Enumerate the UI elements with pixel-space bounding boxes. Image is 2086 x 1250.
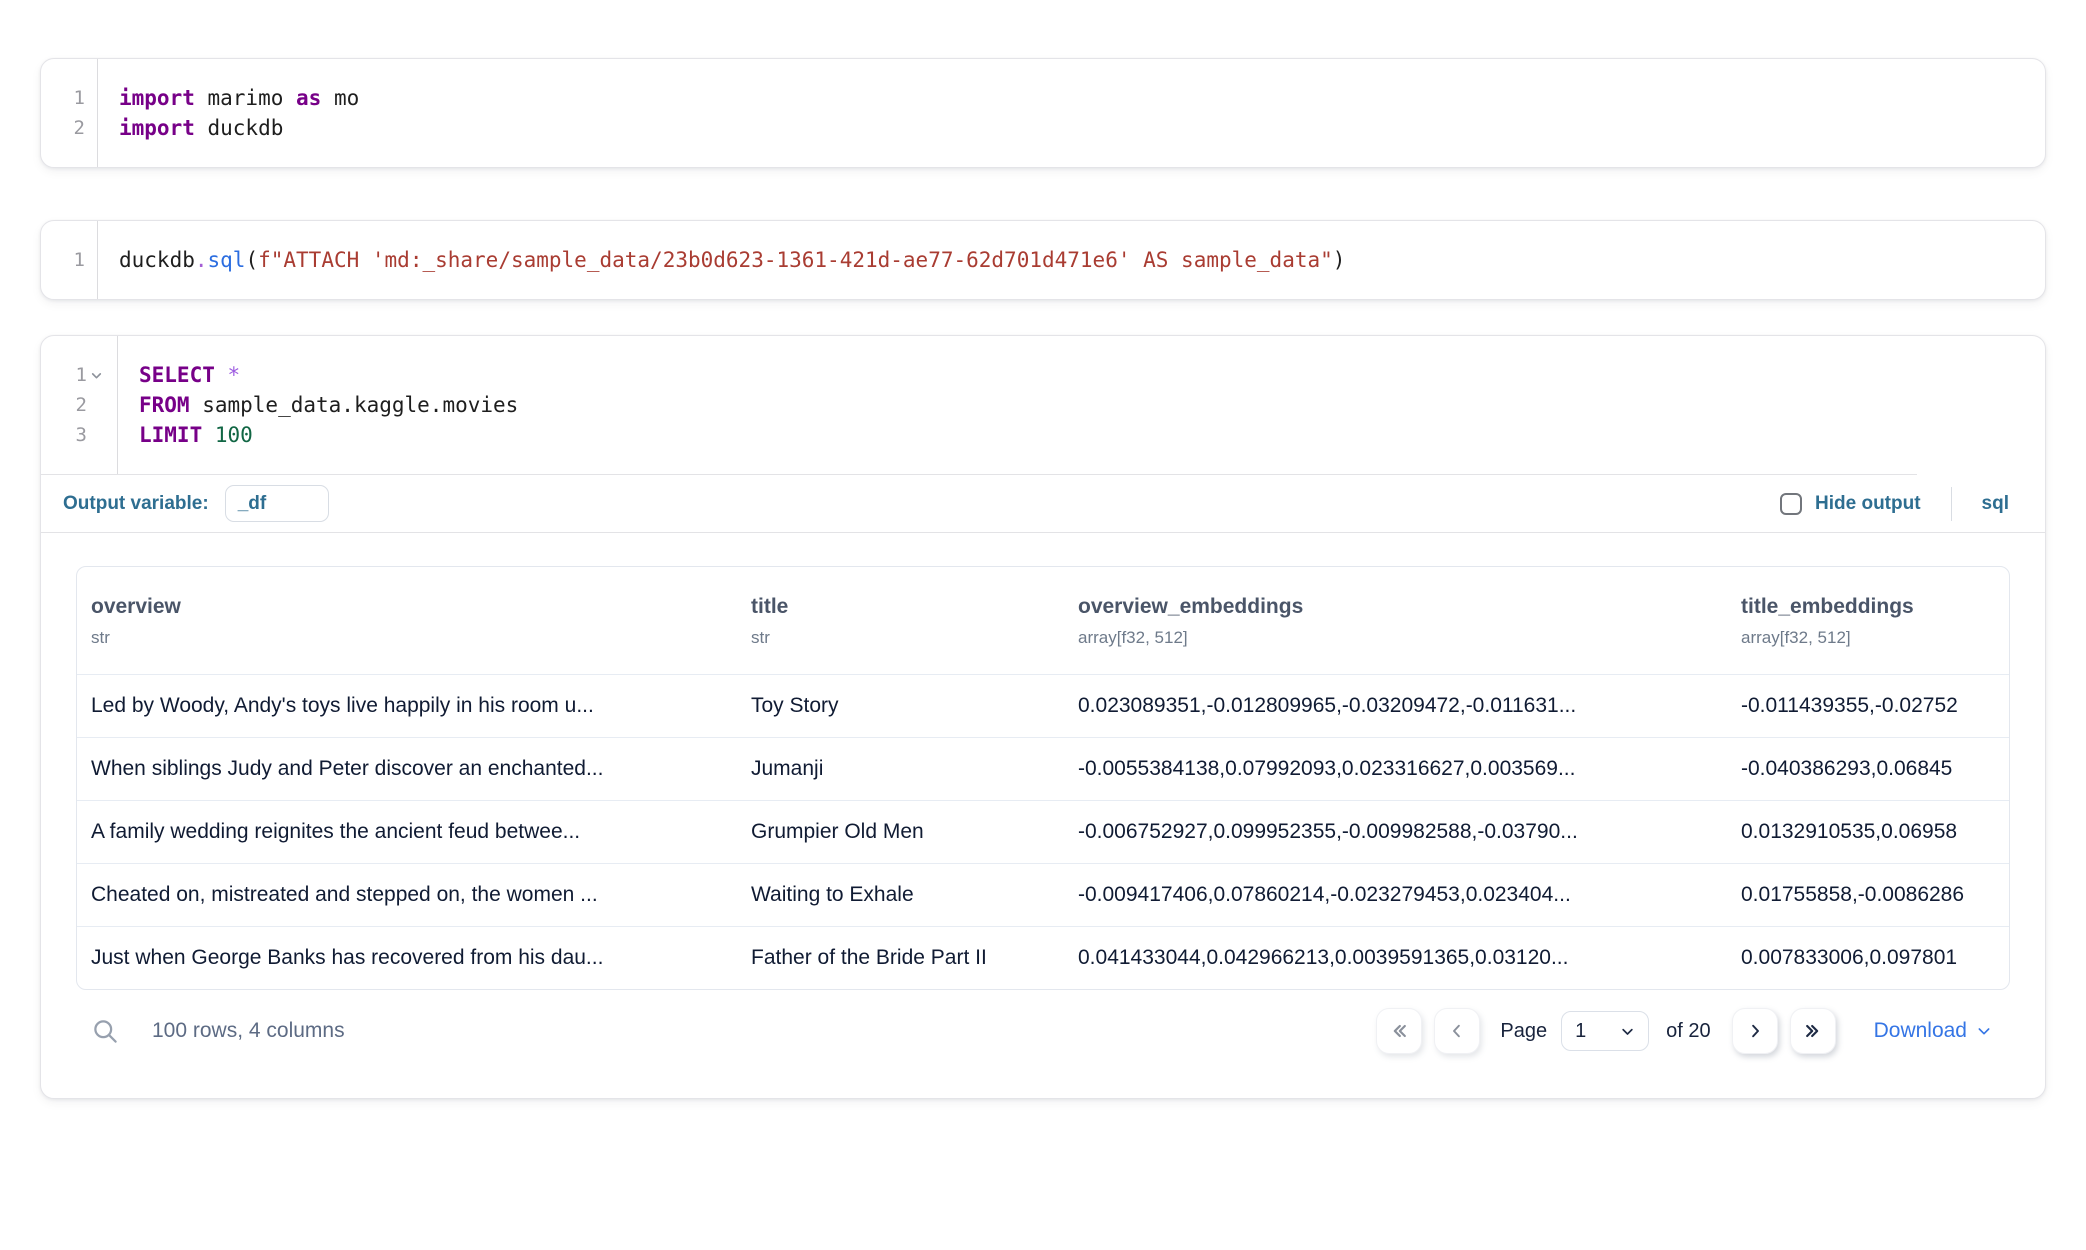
line-number: 2 — [74, 113, 85, 143]
code-line: 1 import marimo as mo — [41, 83, 2045, 113]
table-cell: 0.041433044,0.042966213,0.0039591365,0.0… — [1064, 927, 1727, 989]
page-select-value: 1 — [1575, 1020, 1586, 1043]
table-cell: 0.023089351,-0.012809965,-0.03209472,-0.… — [1064, 675, 1727, 737]
prev-page-button[interactable] — [1434, 1008, 1480, 1054]
table-cell: Grumpier Old Men — [737, 801, 1064, 863]
code-editor-imports[interactable]: 1 import marimo as mo 2 import duckdb — [41, 59, 2045, 167]
table-cell: A family wedding reignites the ancient f… — [77, 801, 737, 863]
sql-cell-footer: Output variable: _df Hide output sql — [41, 475, 2045, 533]
line-number-gutter: 1 — [41, 83, 97, 113]
page-select[interactable]: 1 — [1561, 1011, 1649, 1051]
next-page-button[interactable] — [1732, 1008, 1778, 1054]
code-line: 3 LIMIT 100 — [41, 420, 2045, 450]
table-row[interactable]: Cheated on, mistreated and stepped on, t… — [77, 863, 2009, 926]
column-name: title_embeddings — [1741, 595, 1995, 619]
fold-icon[interactable] — [90, 368, 105, 383]
line-number-gutter: 2 — [41, 113, 97, 143]
code-text: import marimo as mo — [97, 83, 359, 113]
page-select-chevron-icon — [1620, 1024, 1635, 1039]
line-number: 3 — [76, 420, 87, 450]
column-header-title_embeddings[interactable]: title_embeddings array[f32, 512] — [1727, 595, 2009, 648]
table-toolbar: 100 rows, 4 columns Page 1 — [76, 992, 2010, 1070]
sql-code-editor[interactable]: 1 SELECT * 2 FROM sample_data.kaggle.movies… — [41, 336, 2045, 474]
code-text: LIMIT 100 — [117, 420, 253, 450]
code-text: SELECT * — [117, 360, 240, 390]
column-dtype: array[f32, 512] — [1741, 628, 1995, 648]
download-label: Download — [1874, 1019, 1967, 1043]
code-cell-attach: 1 duckdb.sql(f"ATTACH 'md:_share/sample_d… — [40, 220, 2046, 300]
code-text: import duckdb — [97, 113, 283, 143]
last-page-button[interactable] — [1790, 1008, 1836, 1054]
search-icon[interactable] — [92, 1018, 119, 1045]
code-line: 1 duckdb.sql(f"ATTACH 'md:_share/sample_d… — [41, 245, 2045, 275]
output-variable-value: _df — [238, 493, 267, 515]
table-cell: 0.007833006,0.097801 — [1727, 927, 2009, 989]
column-dtype: array[f32, 512] — [1078, 628, 1713, 648]
language-badge[interactable]: sql — [1982, 493, 2009, 515]
table-cell: -0.006752927,0.099952355,-0.009982588,-0… — [1064, 801, 1727, 863]
table-row[interactable]: A family wedding reignites the ancient f… — [77, 800, 2009, 863]
line-number: 1 — [74, 245, 85, 275]
line-number-gutter: 2 — [41, 390, 117, 420]
dataframe-table: overview str title str overview_embeddingsar… — [76, 566, 2010, 990]
first-page-button[interactable] — [1376, 1008, 1422, 1054]
table-cell: Toy Story — [737, 675, 1064, 737]
output-variable-label: Output variable: — [63, 493, 209, 515]
code-cell-imports: 1 import marimo as mo 2 import duckdb — [40, 58, 2046, 168]
line-number-gutter: 1 — [41, 360, 117, 390]
table-row[interactable]: Just when George Banks has recovered fro… — [77, 926, 2009, 989]
column-name: title — [751, 595, 1050, 619]
page-count-label: of 20 — [1666, 1020, 1710, 1043]
hide-output-checkbox[interactable] — [1780, 493, 1802, 515]
code-editor-attach[interactable]: 1 duckdb.sql(f"ATTACH 'md:_share/sample_d… — [41, 221, 2045, 299]
line-number: 1 — [74, 83, 85, 113]
line-number-gutter: 1 — [41, 245, 97, 275]
table-cell: Jumanji — [737, 738, 1064, 800]
line-number: 2 — [76, 390, 87, 420]
download-chevron-icon — [1976, 1023, 1992, 1039]
download-button[interactable]: Download — [1874, 1019, 1992, 1043]
hide-output-label[interactable]: Hide output — [1815, 493, 1921, 515]
table-cell: Father of the Bride Part II — [737, 927, 1064, 989]
line-number: 1 — [76, 360, 87, 390]
column-header-title[interactable]: title str — [737, 595, 1064, 648]
row-count: 100 rows, 4 columns — [152, 1019, 345, 1043]
column-dtype: str — [91, 628, 723, 648]
footer-separator — [1951, 487, 1952, 521]
line-number-gutter: 3 — [41, 420, 117, 450]
column-name: overview_embeddings — [1078, 595, 1713, 619]
code-line: 2 FROM sample_data.kaggle.movies — [41, 390, 2045, 420]
code-text: FROM sample_data.kaggle.movies — [117, 390, 518, 420]
table-cell: -0.011439355,-0.02752 — [1727, 675, 2009, 737]
table-cell: -0.0055384138,0.07992093,0.023316627,0.0… — [1064, 738, 1727, 800]
table-cell: When siblings Judy and Peter discover an… — [77, 738, 737, 800]
table-cell: -0.040386293,0.06845 — [1727, 738, 2009, 800]
table-cell: 0.01755858,-0.0086286 — [1727, 864, 2009, 926]
table-body: Led by Woody, Andy's toys live happily i… — [77, 674, 2009, 989]
fold-slot — [90, 428, 105, 443]
table-cell: 0.0132910535,0.06958 — [1727, 801, 2009, 863]
column-header-overview_embeddings[interactable]: overview_embeddings array[f32, 512] — [1064, 595, 1727, 648]
table-cell: Just when George Banks has recovered fro… — [77, 927, 737, 989]
sql-cell: 1 SELECT * 2 FROM sample_data.kaggle.movies… — [40, 335, 2046, 1099]
table-cell: Cheated on, mistreated and stepped on, t… — [77, 864, 737, 926]
table-header-row: overview str title str overview_embeddingsar… — [77, 567, 2009, 674]
code-line: 1 SELECT * — [41, 360, 2045, 390]
table-cell: Led by Woody, Andy's toys live happily i… — [77, 675, 737, 737]
output-variable-input[interactable]: _df — [225, 485, 329, 522]
code-line: 2 import duckdb — [41, 113, 2045, 143]
column-dtype: str — [751, 628, 1050, 648]
pagination: Page 1 of 20 — [1364, 1008, 2006, 1054]
page-label: Page — [1500, 1020, 1547, 1043]
table-row[interactable]: Led by Woody, Andy's toys live happily i… — [77, 674, 2009, 737]
code-text: duckdb.sql(f"ATTACH 'md:_share/sample_da… — [97, 245, 1345, 275]
notebook: 1 import marimo as mo 2 import duckdb 1 duck… — [0, 58, 2086, 1099]
table-cell: -0.009417406,0.07860214,-0.023279453,0.0… — [1064, 864, 1727, 926]
column-header-overview[interactable]: overview str — [77, 595, 737, 648]
fold-slot — [90, 398, 105, 413]
table-cell: Waiting to Exhale — [737, 864, 1064, 926]
table-row[interactable]: When siblings Judy and Peter discover an… — [77, 737, 2009, 800]
cell-output: overview str title str overview_embeddingsar… — [41, 533, 2045, 1098]
column-name: overview — [91, 595, 723, 619]
